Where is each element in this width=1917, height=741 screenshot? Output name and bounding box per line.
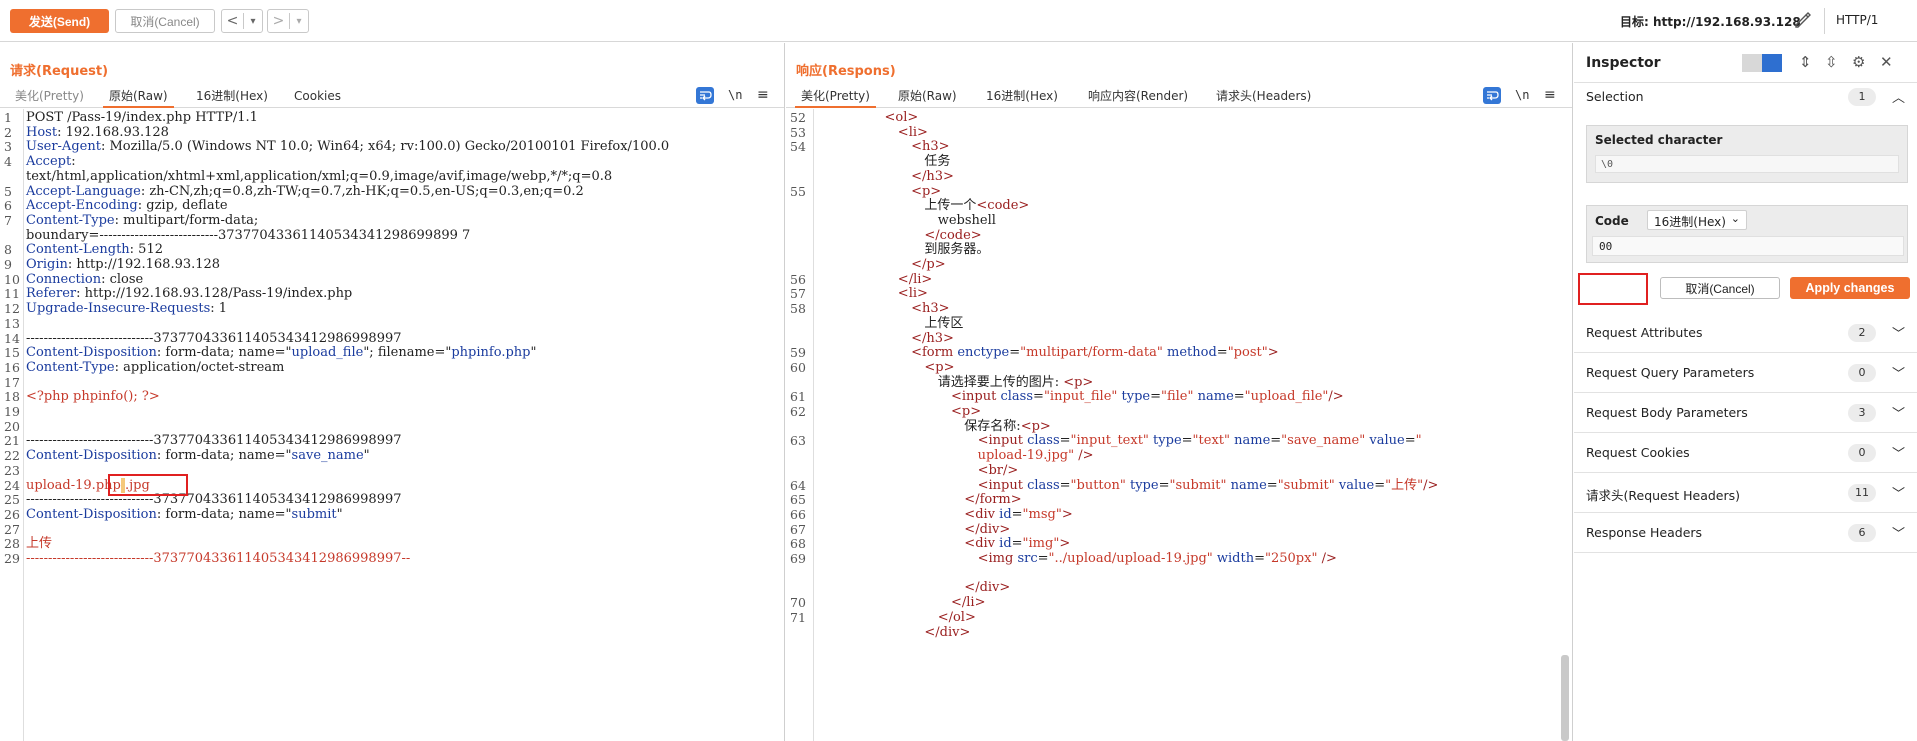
- word-wrap-icon[interactable]: [1483, 87, 1501, 104]
- section-label: 请求头(Request Headers): [1586, 488, 1741, 503]
- inspector-panel: Inspector ⇕ ⇳ ⚙ ✕ Selection 1 ︿ Selected…: [1574, 43, 1917, 741]
- code-edit-box: Code 16进制(Hex) ⌄ 00: [1586, 205, 1908, 263]
- code-value-input[interactable]: 00: [1592, 236, 1904, 256]
- tab-raw[interactable]: 原始(Raw): [103, 86, 174, 108]
- selected-character-box: Selected character \0: [1586, 125, 1908, 183]
- chevron-down-icon[interactable]: ﹀: [1892, 523, 1905, 542]
- response-panel: 响应(Respons) 美化(Pretty) 原始(Raw) 16进制(Hex)…: [786, 43, 1573, 741]
- inspector-section[interactable]: Request Body Parameters 3 ﹀: [1574, 393, 1917, 433]
- section-count-badge: 0: [1848, 444, 1876, 462]
- request-panel: 请求(Request) 美化(Pretty) 原始(Raw) 16进制(Hex)…: [0, 43, 785, 741]
- toolbar-divider: [1824, 8, 1825, 34]
- section-label: Request Cookies: [1586, 445, 1690, 460]
- inspector-layout-toggle[interactable]: [1742, 54, 1782, 72]
- response-tabs: 美化(Pretty) 原始(Raw) 16进制(Hex) 响应内容(Render…: [786, 86, 1572, 108]
- selection-count-badge: 1: [1848, 88, 1876, 106]
- tab-cookies[interactable]: Cookies: [288, 86, 347, 108]
- section-label: Response Headers: [1586, 525, 1703, 540]
- close-icon[interactable]: ✕: [1880, 53, 1893, 71]
- inspector-section[interactable]: Request Cookies 0 ﹀: [1574, 433, 1917, 473]
- history-forward-group[interactable]: > ▾: [267, 9, 309, 33]
- history-back-group[interactable]: < ▾: [221, 9, 263, 33]
- newline-toggle-icon[interactable]: \n: [728, 88, 742, 102]
- line-content: </div>: [818, 624, 970, 642]
- response-title: 响应(Respons): [796, 64, 896, 79]
- chevron-down-icon[interactable]: ﹀: [1892, 443, 1905, 462]
- selection-label: Selection: [1586, 89, 1644, 104]
- chevron-down-icon: ⌄: [1730, 212, 1740, 225]
- pencil-icon[interactable]: [1793, 10, 1813, 30]
- back-arrow-icon[interactable]: <: [222, 13, 244, 29]
- http-version[interactable]: HTTP/1: [1836, 13, 1878, 27]
- inspector-section[interactable]: Request Attributes 2 ﹀: [1574, 313, 1917, 353]
- section-label: Request Attributes: [1586, 325, 1703, 340]
- gear-icon[interactable]: ⚙: [1852, 53, 1865, 71]
- code-line[interactable]: </div>: [786, 624, 1572, 642]
- expand-all-icon[interactable]: ⇕: [1799, 53, 1812, 71]
- chevron-down-icon[interactable]: ﹀: [1892, 483, 1905, 502]
- tab-pretty[interactable]: 美化(Pretty): [9, 86, 90, 108]
- chevron-up-icon[interactable]: ︿: [1892, 87, 1905, 106]
- target-url: 目标: http://192.168.93.128: [1620, 15, 1801, 29]
- tab-raw[interactable]: 原始(Raw): [892, 86, 963, 108]
- section-count-badge: 6: [1848, 524, 1876, 542]
- code-format-value: 16进制(Hex): [1654, 215, 1726, 229]
- request-editor[interactable]: 1 POST /Pass-19/index.php HTTP/1.1 2 Host: …: [0, 109, 784, 741]
- code-format-select[interactable]: 16进制(Hex) ⌄: [1647, 210, 1747, 230]
- section-count-badge: 0: [1848, 364, 1876, 382]
- forward-arrow-icon[interactable]: >: [268, 13, 290, 29]
- apply-changes-button[interactable]: Apply changes: [1790, 277, 1910, 299]
- null-byte-highlight: [108, 473, 188, 496]
- inspector-cancel-button[interactable]: 取消(Cancel): [1660, 277, 1780, 299]
- section-count-badge: 2: [1848, 324, 1876, 342]
- code-label: Code: [1595, 214, 1629, 228]
- newline-toggle-icon[interactable]: \n: [1515, 88, 1529, 102]
- send-button[interactable]: 发送(Send): [10, 9, 109, 33]
- section-count-badge: 3: [1848, 404, 1876, 422]
- panel-view-icon[interactable]: [1762, 54, 1782, 72]
- section-label: Request Body Parameters: [1586, 405, 1748, 420]
- selected-character-value: \0: [1595, 155, 1899, 173]
- chevron-down-icon[interactable]: ﹀: [1892, 323, 1905, 342]
- tab-hex[interactable]: 16进制(Hex): [190, 86, 274, 108]
- line-content: -----------------------------37377043361…: [26, 550, 410, 568]
- code-input-highlight: [1578, 273, 1648, 305]
- tab-hex[interactable]: 16进制(Hex): [980, 86, 1064, 108]
- list-view-icon[interactable]: [1742, 54, 1762, 72]
- chevron-down-icon[interactable]: ﹀: [1892, 363, 1905, 382]
- selection-section-header[interactable]: Selection 1 ︿: [1574, 83, 1917, 111]
- request-menu-icon[interactable]: ≡: [757, 87, 769, 103]
- top-toolbar: 发送(Send) 取消(Cancel) < ▾ > ▾ 目标: http://1…: [0, 0, 1917, 42]
- code-token: -----------------------------37377043361…: [26, 551, 411, 566]
- inspector-section[interactable]: Request Query Parameters 0 ﹀: [1574, 353, 1917, 393]
- response-scrollbar[interactable]: [1561, 655, 1569, 741]
- selected-character-title: Selected character: [1595, 133, 1723, 147]
- inspector-header: Inspector ⇕ ⇳ ⚙ ✕: [1574, 43, 1917, 83]
- section-count-badge: 11: [1848, 484, 1876, 502]
- request-tabs: 美化(Pretty) 原始(Raw) 16进制(Hex) Cookies \n …: [0, 86, 784, 108]
- chevron-down-icon[interactable]: ﹀: [1892, 403, 1905, 422]
- word-wrap-icon[interactable]: [696, 87, 714, 104]
- tab-render[interactable]: 响应内容(Render): [1082, 86, 1194, 108]
- code-line[interactable]: 29 -----------------------------373770433…: [0, 550, 784, 568]
- cancel-button[interactable]: 取消(Cancel): [115, 9, 215, 33]
- inspector-section[interactable]: Response Headers 6 ﹀: [1574, 513, 1917, 553]
- back-dropdown-icon[interactable]: ▾: [244, 16, 262, 27]
- tab-headers[interactable]: 请求头(Headers): [1210, 86, 1317, 108]
- code-token: </div>: [924, 624, 971, 640]
- forward-dropdown-icon[interactable]: ▾: [290, 16, 308, 27]
- inspector-title: Inspector: [1586, 55, 1661, 71]
- tab-pretty[interactable]: 美化(Pretty): [795, 86, 876, 108]
- response-editor[interactable]: 52 <ol> 53 <li> 54 <h3> 任务 </h3> 55 <p> 上传一个<code>…: [786, 109, 1572, 741]
- inspector-section[interactable]: 请求头(Request Headers) 11 ﹀: [1574, 473, 1917, 513]
- request-title: 请求(Request): [10, 64, 109, 79]
- response-menu-icon[interactable]: ≡: [1544, 87, 1556, 103]
- line-number: 29: [4, 551, 20, 566]
- section-label: Request Query Parameters: [1586, 365, 1755, 380]
- collapse-all-icon[interactable]: ⇳: [1825, 53, 1838, 71]
